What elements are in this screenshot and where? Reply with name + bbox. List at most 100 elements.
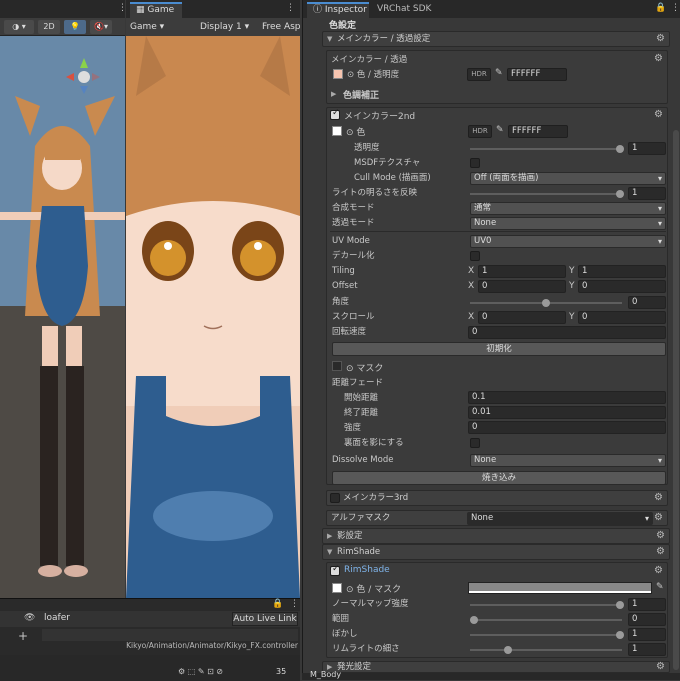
lock-icon[interactable]: 🔒	[272, 599, 283, 609]
enddist-field[interactable]: 0.01	[468, 406, 666, 419]
section-emission[interactable]: ▶ 発光設定 ⚙	[322, 661, 670, 673]
slider-knob[interactable]	[504, 646, 512, 654]
range-field[interactable]: 0	[628, 613, 666, 626]
tiling-y-field[interactable]: 1	[578, 265, 666, 278]
rotspeed-field[interactable]: 0	[468, 326, 666, 339]
light-slider[interactable]	[470, 190, 624, 198]
lock-icon[interactable]: 🔒	[655, 3, 666, 13]
strength-field[interactable]: 0	[468, 421, 666, 434]
offset-y-field[interactable]: 0	[578, 280, 666, 293]
gear-icon[interactable]: ⚙	[656, 529, 665, 543]
msdf-checkbox[interactable]	[470, 158, 480, 168]
tiling-x-field[interactable]: 1	[478, 265, 566, 278]
tab-inspector[interactable]: ⓘ Inspector	[307, 2, 369, 18]
range-slider[interactable]	[470, 616, 622, 624]
hdr-button[interactable]: HDR	[468, 125, 492, 138]
aspect-dropdown[interactable]: Free Asp	[262, 20, 300, 34]
slider-knob[interactable]	[616, 190, 624, 198]
blur-slider[interactable]	[470, 631, 624, 639]
more-icon[interactable]: ⋮	[671, 3, 680, 13]
hex-color-field[interactable]: FFFFFF	[507, 68, 567, 81]
rimlight-field[interactable]: 1	[628, 643, 666, 656]
msdf-label: MSDFテクスチャ	[354, 158, 421, 168]
material-name: M_Body	[310, 670, 342, 679]
main-texture-thumb[interactable]	[333, 69, 343, 79]
rim-color-mask-label: ⊙ 色 / マスク	[346, 585, 402, 595]
gear-icon[interactable]: ⚙	[656, 545, 665, 559]
section-main-color[interactable]: ▼ メインカラー / 透過設定 ⚙	[322, 31, 670, 47]
slider-knob[interactable]	[616, 631, 624, 639]
decal-checkbox[interactable]	[470, 251, 480, 261]
eyedropper-icon[interactable]: ✎	[496, 125, 504, 135]
transparency-field[interactable]: 1	[628, 142, 666, 155]
scene-view[interactable]: ⋮ ◑ ▾ 2D 💡 🔇▾	[0, 0, 125, 598]
section-alpha-mask[interactable]: アルファマスク None ⚙	[326, 510, 668, 526]
reset-button[interactable]: 初期化	[332, 342, 666, 356]
scroll-y-field[interactable]: 0	[578, 311, 666, 324]
tab-vrchat-sdk[interactable]: VRChat SDK	[377, 4, 431, 14]
light-field[interactable]: 1	[628, 187, 666, 200]
gear-icon[interactable]: ⚙	[656, 32, 665, 46]
animator-grid[interactable]	[42, 629, 298, 641]
tab-game[interactable]: ▦ Game	[130, 2, 182, 18]
fold-arrow-icon: ▼	[327, 548, 333, 556]
angle-field[interactable]: 0	[628, 296, 666, 309]
eyedropper-icon[interactable]: ✎	[495, 68, 503, 78]
rimshade-checkbox[interactable]	[330, 564, 340, 576]
section-rimshade[interactable]: ▼ RimShade ⚙	[322, 544, 670, 560]
auto-live-link-button[interactable]: Auto Live Link	[232, 612, 298, 626]
gear-icon[interactable]: ⚙	[656, 660, 665, 674]
scroll-x-field[interactable]: 0	[478, 311, 566, 324]
dissolve-mode-dropdown[interactable]: None	[470, 454, 666, 467]
gear-icon[interactable]: ⚙	[654, 511, 663, 525]
mask-texture-thumb[interactable]	[332, 361, 342, 371]
eye-icon[interactable]: 👁	[24, 613, 35, 623]
offset-x-field[interactable]: 0	[478, 280, 566, 293]
gear-icon[interactable]: ⚙	[654, 491, 663, 505]
slider-knob[interactable]	[616, 601, 624, 609]
gear-icon[interactable]: ⚙	[654, 109, 676, 120]
eyedropper-icon[interactable]: ✎	[656, 582, 664, 592]
hdr-button[interactable]: HDR	[467, 68, 491, 81]
uv-mode-dropdown[interactable]: UV0	[470, 235, 666, 248]
transparency-slider[interactable]	[470, 145, 624, 153]
shading-mode-button[interactable]: ◑ ▾	[4, 20, 34, 34]
gear-icon[interactable]: ⚙	[654, 53, 663, 64]
slider-knob[interactable]	[542, 299, 550, 307]
game-view[interactable]: ▦ Game ⋮ Game ▾ Display 1 ▾ Free Asp	[126, 0, 300, 598]
color-correction-label[interactable]: 色調補正	[343, 88, 379, 101]
rim-mask-texture-thumb[interactable]	[332, 583, 342, 593]
rimlight-slider[interactable]	[470, 646, 622, 654]
display-dropdown[interactable]: Display 1 ▾	[200, 20, 260, 34]
transmode-dropdown[interactable]: None	[470, 217, 666, 230]
section-main3rd[interactable]: メインカラー3rd ⚙	[326, 490, 668, 506]
startdist-field[interactable]: 0.1	[468, 391, 666, 404]
slider-knob[interactable]	[616, 145, 624, 153]
section-shadow[interactable]: ▶ 影設定 ⚙	[322, 528, 670, 544]
backface-checkbox[interactable]	[470, 438, 480, 448]
slider-knob[interactable]	[470, 616, 478, 624]
more-icon[interactable]: ⋮	[118, 3, 125, 13]
audio-icon[interactable]: 🔇▾	[90, 20, 112, 34]
blend-mode-dropdown[interactable]: 通常	[470, 202, 666, 215]
rimshade-sub-label: RimShade	[344, 565, 390, 575]
more-icon[interactable]: ⋮	[286, 3, 295, 13]
angle-slider[interactable]	[470, 299, 622, 307]
main2nd-texture-thumb[interactable]	[332, 126, 342, 136]
main3rd-checkbox[interactable]	[330, 493, 340, 503]
alpha-mask-dropdown[interactable]: None	[467, 512, 653, 525]
bake-button[interactable]: 焼き込み	[332, 471, 666, 485]
main2nd-checkbox[interactable]	[330, 108, 340, 120]
hex-color-field[interactable]: FFFFFF	[508, 125, 568, 138]
game-mode-dropdown[interactable]: Game ▾	[130, 20, 194, 34]
normal-strength-field[interactable]: 1	[628, 598, 666, 611]
2d-toggle-button[interactable]: 2D	[38, 20, 60, 34]
color-alpha-text: 色 / 透明度	[356, 70, 400, 80]
more-icon[interactable]: ⋮	[290, 599, 299, 609]
gear-icon[interactable]: ⚙	[654, 565, 676, 576]
blur-field[interactable]: 1	[628, 628, 666, 641]
normal-strength-slider[interactable]	[470, 601, 624, 609]
lighting-icon[interactable]: 💡	[64, 20, 86, 34]
cull-mode-dropdown[interactable]: Off (両面を描画)	[470, 172, 666, 185]
rim-color-swatch[interactable]	[468, 582, 652, 594]
